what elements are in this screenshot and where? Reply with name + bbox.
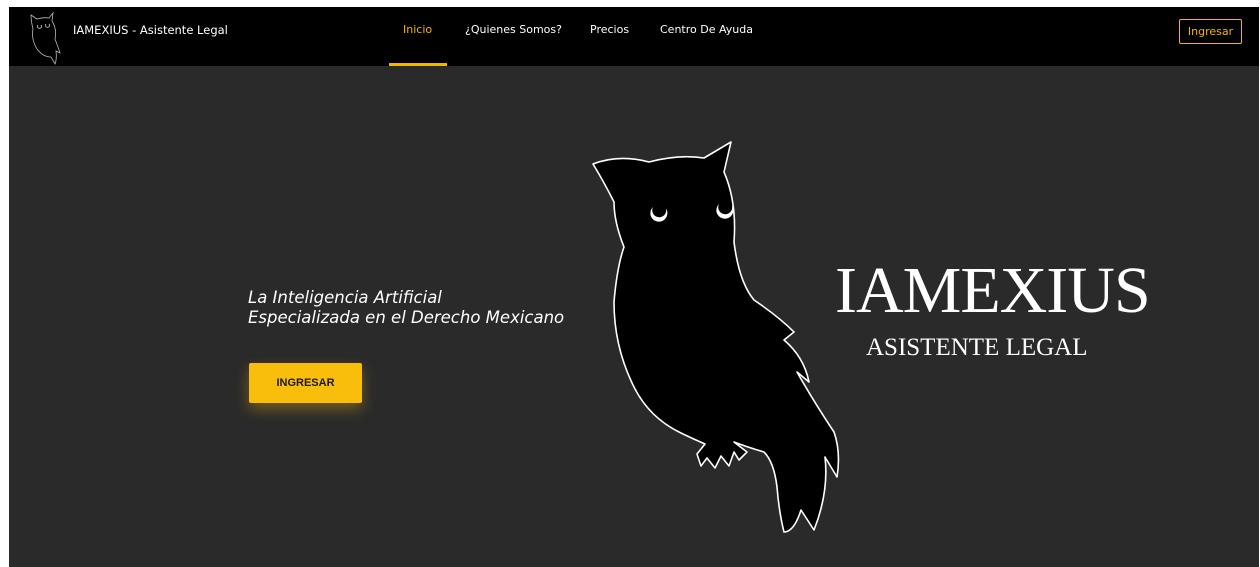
hero-tagline: La Inteligencia Artificial Especializada…: [248, 288, 564, 328]
owl-logo-icon[interactable]: [25, 9, 65, 65]
ingresar-cta-button[interactable]: INGRESAR: [249, 363, 362, 403]
navbar: IAMEXIUS - Asistente Legal Inicio ¿Quien…: [9, 7, 1259, 66]
nav-item-quienes-somos[interactable]: ¿Quienes Somos?: [465, 23, 562, 36]
login-button[interactable]: Ingresar: [1179, 19, 1242, 44]
tagline-line-1: La Inteligencia Artificial: [248, 288, 442, 307]
hero-subtitle: ASISTENTE LEGAL: [866, 334, 1088, 361]
nav-item-inicio[interactable]: Inicio: [403, 23, 432, 36]
owl-illustration: [592, 141, 840, 533]
tagline-line-2: Especializada en el Derecho Mexicano: [248, 308, 565, 327]
page-frame: IAMEXIUS - Asistente Legal Inicio ¿Quien…: [9, 7, 1259, 567]
nav-item-centro-de-ayuda[interactable]: Centro De Ayuda: [660, 23, 753, 36]
active-tab-indicator: [389, 63, 447, 66]
nav-item-precios[interactable]: Precios: [590, 23, 629, 36]
hero-title: IAMEXIUS: [835, 254, 1151, 327]
brand-name[interactable]: IAMEXIUS - Asistente Legal: [73, 23, 228, 37]
